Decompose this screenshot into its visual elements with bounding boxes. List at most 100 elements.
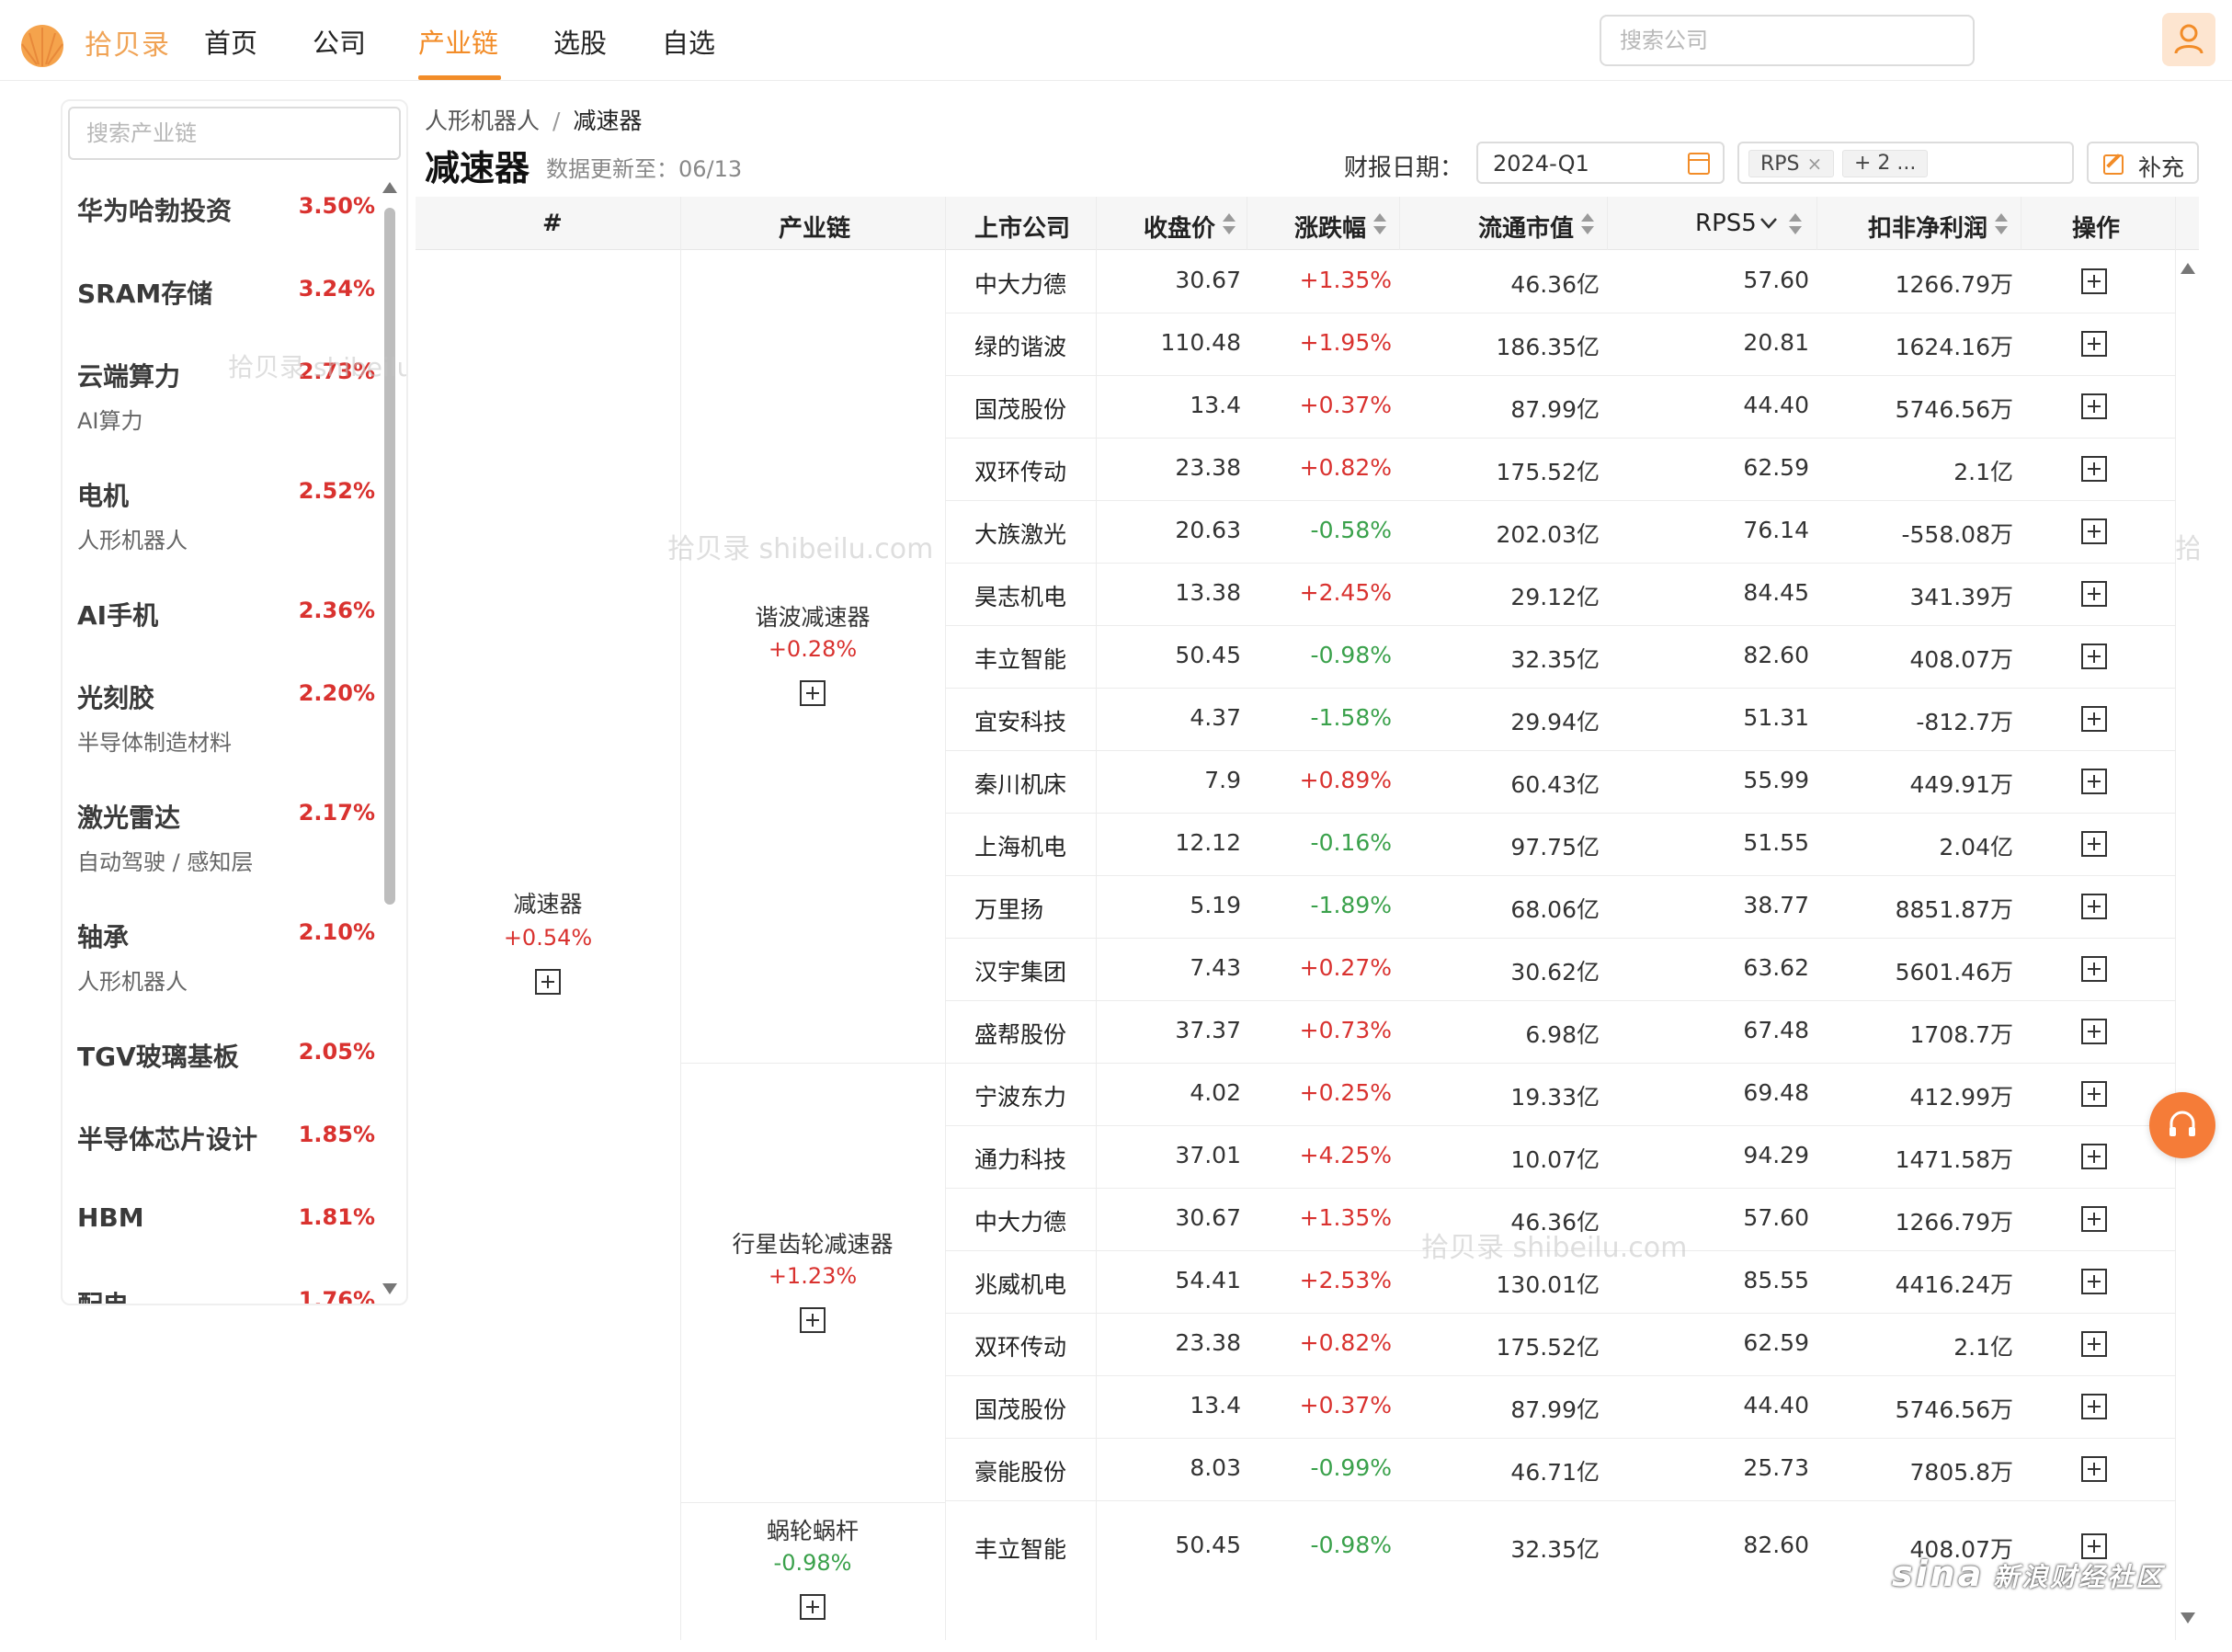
company-name-link[interactable]: 通力科技 (974, 1142, 1066, 1175)
plus-square-icon[interactable] (2081, 1456, 2107, 1482)
plus-square-icon[interactable] (2081, 1144, 2107, 1169)
plus-square-icon[interactable] (800, 1594, 826, 1620)
user-avatar-button[interactable] (2162, 13, 2215, 66)
customer-service-button[interactable] (2149, 1092, 2215, 1158)
plus-square-icon[interactable] (2081, 1394, 2107, 1419)
plus-square-icon[interactable] (2081, 581, 2107, 607)
plus-square-icon[interactable] (2081, 831, 2107, 857)
column-select[interactable]: RPS × + 2 ... (1737, 142, 2074, 184)
company-name-link[interactable]: 国茂股份 (974, 1392, 1066, 1425)
sidebar-item[interactable]: 激光雷达 2.17% 自动驾驶 / 感知层 (63, 778, 375, 897)
nav-home[interactable]: 首页 (204, 22, 257, 61)
sort-desc-icon[interactable] (1581, 226, 1594, 234)
nav-watchlist[interactable]: 自选 (662, 22, 715, 61)
sidebar-item-parent-chain[interactable]: 人形机器人 (77, 522, 188, 554)
scroll-up-icon[interactable] (2181, 263, 2195, 274)
report-date-picker[interactable]: 2024-Q1 (1476, 142, 1725, 184)
plus-square-icon[interactable] (2081, 894, 2107, 919)
company-name-link[interactable]: 双环传动 (974, 1329, 1066, 1362)
shell-logo-icon[interactable] (18, 20, 66, 68)
sidebar-item[interactable]: 光刻胶 2.20% 半导体制造材料 (63, 658, 375, 778)
close-icon[interactable]: × (1807, 153, 1823, 175)
plus-square-icon[interactable] (2081, 706, 2107, 732)
plus-square-icon[interactable] (800, 680, 826, 706)
col-header-mcap[interactable]: 流通市值 (1478, 210, 1574, 244)
col-header-rps[interactable]: RPS5 (1695, 210, 1757, 237)
sidebar-item[interactable]: TGV玻璃基板 2.05% (63, 1017, 375, 1099)
chain-search-input[interactable] (68, 107, 401, 160)
sidebar-scroll-thumb[interactable] (384, 208, 395, 905)
plus-square-icon[interactable] (2081, 268, 2107, 294)
sort-desc-icon[interactable] (1995, 226, 2008, 234)
sort-desc-icon[interactable] (1373, 226, 1386, 234)
chevron-down-icon[interactable] (1759, 217, 1778, 230)
nav-stock-picker[interactable]: 选股 (553, 22, 607, 61)
company-name-link[interactable]: 兆威机电 (974, 1267, 1066, 1300)
company-name-link[interactable]: 中大力德 (974, 267, 1066, 300)
sidebar-item[interactable]: HBM 1.81% (63, 1182, 375, 1265)
plus-square-icon[interactable] (2081, 1206, 2107, 1232)
sidebar-item[interactable]: 轴承 2.10% 人形机器人 (63, 897, 375, 1017)
sort-desc-icon[interactable] (1223, 226, 1236, 234)
sort-asc-icon[interactable] (1789, 213, 1802, 222)
sidebar-item-parent-chain[interactable]: AI算力 (77, 403, 143, 435)
company-name-link[interactable]: 汉宇集团 (974, 954, 1066, 987)
sort-desc-icon[interactable] (1789, 226, 1802, 234)
sidebar-item[interactable]: 云端算力 2.73% AI算力 (63, 336, 375, 456)
plus-square-icon[interactable] (2081, 956, 2107, 982)
company-name-link[interactable]: 中大力德 (974, 1204, 1066, 1237)
plus-square-icon[interactable] (2081, 769, 2107, 794)
plus-square-icon[interactable] (2081, 518, 2107, 544)
sidebar-item-parent-chain[interactable]: 半导体制造材料 (77, 724, 232, 757)
company-name-link[interactable]: 豪能股份 (974, 1454, 1066, 1487)
sort-asc-icon[interactable] (1581, 213, 1594, 222)
group-name-planetary[interactable]: 行星齿轮减速器 (680, 1226, 945, 1259)
company-name-link[interactable]: 盛帮股份 (974, 1017, 1066, 1050)
root-chain-name[interactable]: 减速器 (416, 886, 680, 919)
sidebar-item[interactable]: 电机 2.52% 人形机器人 (63, 456, 375, 575)
nav-industry-chain[interactable]: 产业链 (418, 22, 498, 61)
tag-rps[interactable]: RPS × (1748, 150, 1835, 177)
plus-square-icon[interactable] (2081, 644, 2107, 669)
scroll-up-icon[interactable] (382, 182, 397, 193)
company-name-link[interactable]: 丰立智能 (974, 1532, 1066, 1565)
company-name-link[interactable]: 秦川机床 (974, 767, 1066, 800)
plus-square-icon[interactable] (800, 1307, 826, 1333)
company-name-link[interactable]: 绿的谐波 (974, 329, 1066, 362)
sidebar-item[interactable]: SRAM存储 3.24% (63, 254, 375, 336)
company-name-link[interactable]: 国茂股份 (974, 392, 1066, 425)
plus-square-icon[interactable] (2081, 1269, 2107, 1294)
company-name-link[interactable]: 昊志机电 (974, 579, 1066, 612)
company-name-link[interactable]: 万里扬 (974, 892, 1043, 925)
plus-square-icon[interactable] (2081, 331, 2107, 357)
plus-square-icon[interactable] (2081, 1019, 2107, 1044)
col-header-profit[interactable]: 扣非净利润 (1868, 210, 1987, 244)
group-name-worm[interactable]: 蜗轮蜗杆 (680, 1513, 945, 1546)
plus-square-icon[interactable] (535, 969, 561, 995)
sidebar-item[interactable]: 华为哈勃投资 3.50% (63, 171, 375, 254)
sidebar-item-parent-chain[interactable]: 自动驾驶 / 感知层 (77, 844, 253, 876)
plus-square-icon[interactable] (2081, 393, 2107, 419)
company-name-link[interactable]: 宜安科技 (974, 704, 1066, 737)
company-name-link[interactable]: 丰立智能 (974, 642, 1066, 675)
scroll-down-icon[interactable] (2181, 1612, 2195, 1624)
tag-more[interactable]: + 2 ... (1842, 150, 1929, 177)
col-header-change[interactable]: 涨跌幅 (1294, 210, 1366, 244)
sort-asc-icon[interactable] (1995, 213, 2008, 222)
sidebar-item[interactable]: 配电 1.76% (63, 1265, 375, 1304)
company-name-link[interactable]: 双环传动 (974, 454, 1066, 487)
company-search-input[interactable] (1600, 15, 1975, 66)
brand-name[interactable]: 拾贝录 (85, 22, 170, 63)
company-name-link[interactable]: 宁波东力 (974, 1079, 1066, 1112)
sort-asc-icon[interactable] (1223, 213, 1236, 222)
plus-square-icon[interactable] (2081, 1081, 2107, 1107)
breadcrumb-parent[interactable]: 人形机器人 (425, 108, 540, 134)
supplement-button[interactable]: 补充 (2087, 142, 2199, 184)
sidebar-item[interactable]: 半导体芯片设计 1.85% (63, 1099, 375, 1182)
company-name-link[interactable]: 大族激光 (974, 517, 1066, 550)
col-header-close[interactable]: 收盘价 (1144, 210, 1215, 244)
company-name-link[interactable]: 上海机电 (974, 829, 1066, 862)
sidebar-item[interactable]: AI手机 2.36% (63, 575, 375, 658)
group-name-harmonic[interactable]: 谐波减速器 (680, 599, 945, 632)
scroll-down-icon[interactable] (382, 1283, 397, 1294)
